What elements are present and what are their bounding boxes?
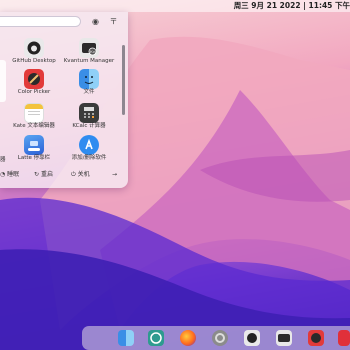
shutdown-button[interactable]: ⏻ 关机 [71,169,90,181]
app-add-remove-software[interactable]: 添加/删除软件 [58,135,120,171]
app-kcalc[interactable]: KCalc 计算器 [58,103,120,139]
clock[interactable]: 周三 9月 21 2022 | 11:45 下午 [234,0,350,12]
color-picker-icon [24,69,44,89]
app-store-icon [79,135,99,155]
color-picker-icon[interactable] [308,330,324,346]
app-latte-dock[interactable]: Latte 停靠栏 [3,135,65,171]
app-label: Kate 文本编辑器 [13,123,55,129]
top-bar: 周三 9月 21 2022 | 11:45 下午 [0,0,350,12]
desktop: 周三 9月 21 2022 | 11:45 下午 ◉ 〒 GitHub Desk… [0,0,350,350]
latte-dock-icon [24,135,44,155]
app-color-picker[interactable]: Color Picker [3,69,65,105]
kvantum-icon: Kv [79,38,99,58]
github-icon[interactable] [244,330,260,346]
dock [82,326,350,350]
firefox-icon[interactable] [180,330,196,346]
kvantum-icon[interactable] [276,330,292,346]
app-label: Kvantum Manager [63,58,115,64]
app-label: KCalc 计算器 [72,123,106,129]
restart-button[interactable]: ↻ 重启 [34,169,53,181]
launcher-scrollbar[interactable] [122,45,125,115]
github-icon [24,38,44,58]
app-label: Color Picker [17,89,51,95]
search-input[interactable] [0,16,81,27]
pin-icon[interactable]: 〒 [108,16,119,27]
eye-icon[interactable]: ◉ [90,16,101,27]
finder-icon[interactable] [118,330,134,346]
partial-app-label: 器 [0,157,6,163]
next-arrow-button[interactable]: → [112,169,117,181]
app-label: Latte 停靠栏 [17,155,51,161]
app-kate[interactable]: Kate 文本编辑器 [3,103,65,139]
app-launcher: ◉ 〒 GitHub Desktop Kv Kvantum Manager Co… [0,12,128,188]
svg-text:Kv: Kv [90,49,95,54]
app-label: 添加/删除软件 [71,155,107,161]
calculator-icon [79,103,99,123]
finder-icon [79,69,99,89]
app-label: 文件 [83,89,95,95]
app-files[interactable]: 文件 [58,69,120,105]
power-bar: ◔ 睡眠 ↻ 重启 ⏻ 关机 → [0,169,128,181]
sleep-button[interactable]: ◔ 睡眠 [0,169,19,181]
browser-icon[interactable] [148,330,164,346]
app-red-icon[interactable] [338,330,350,346]
settings-icon[interactable] [212,330,228,346]
app-label: GitHub Desktop [12,58,56,64]
notes-icon [24,103,44,123]
